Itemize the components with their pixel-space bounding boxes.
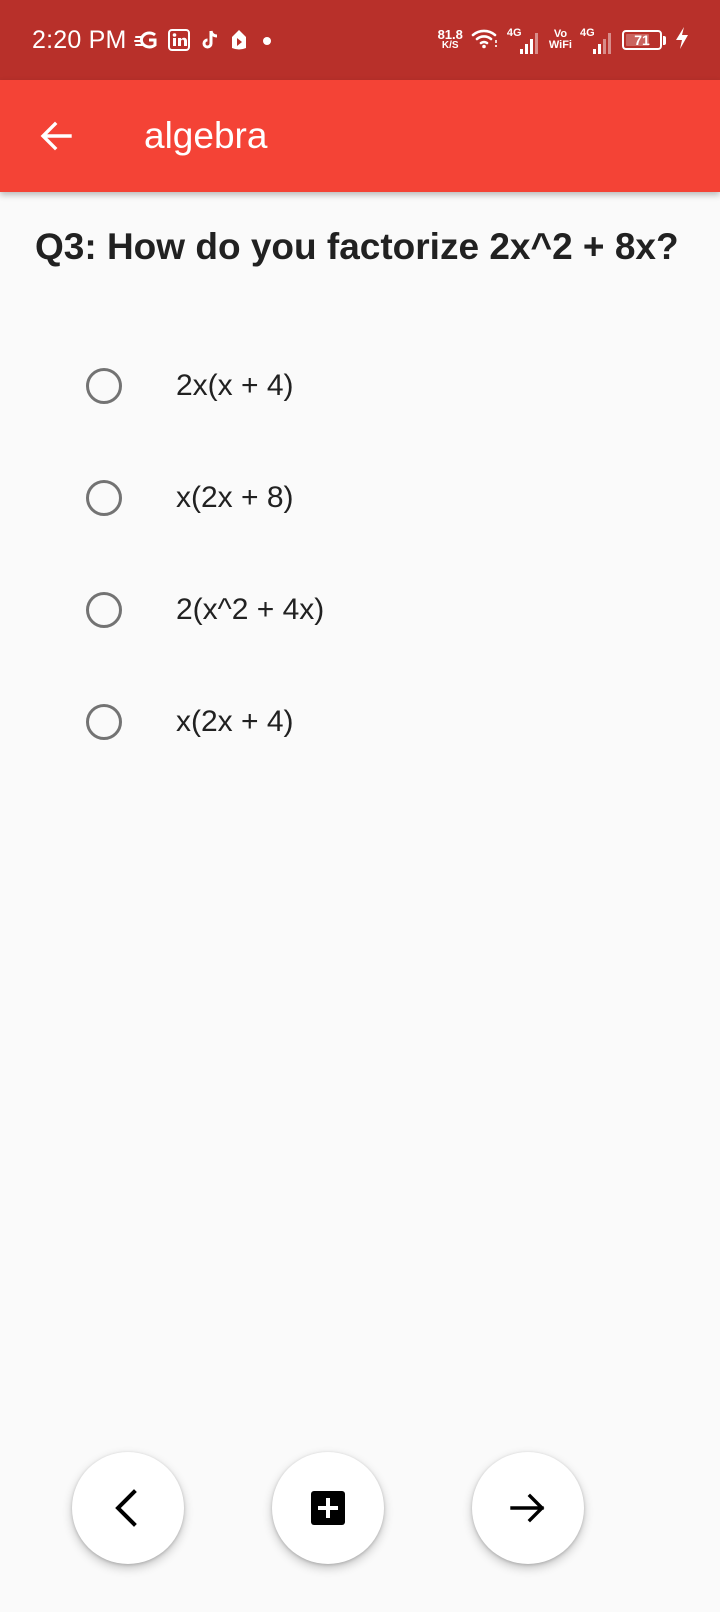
- arrow-right-icon: [510, 1493, 545, 1523]
- signal-sim1: 4G: [507, 25, 541, 55]
- charging-icon: [674, 26, 690, 55]
- vowifi-bottom: WiFi: [548, 39, 572, 51]
- dot-icon: [258, 29, 276, 51]
- radio-button[interactable]: [86, 592, 122, 628]
- network-speed-value: 81.8: [437, 27, 463, 42]
- chevron-left-icon: [115, 1489, 137, 1527]
- signal-bars-icon: [593, 33, 611, 54]
- linkedin-icon: [168, 29, 190, 51]
- radio-button[interactable]: [86, 368, 122, 404]
- answer-option[interactable]: x(2x + 8): [0, 442, 720, 554]
- status-bar: 2:20 PM 81.8 K/S 4G Vo WiFi 4G 71: [0, 0, 720, 80]
- question-text: Q3: How do you factorize 2x^2 + 8x?: [35, 226, 679, 267]
- page-title: algebra: [144, 115, 268, 156]
- status-right-icons: 81.8 K/S 4G Vo WiFi 4G 71: [438, 22, 690, 58]
- answer-option-label[interactable]: 2x(x + 4): [176, 366, 294, 406]
- radio-button[interactable]: [86, 480, 122, 516]
- answer-option-label[interactable]: 2(x^2 + 4x): [176, 590, 324, 630]
- battery-level: 71: [634, 32, 650, 48]
- battery-nub: [663, 35, 666, 45]
- answer-option[interactable]: x(2x + 4): [0, 666, 720, 778]
- previous-question-button[interactable]: [72, 1452, 184, 1564]
- notification-icons: [134, 26, 276, 54]
- status-time: 2:20 PM: [32, 26, 127, 54]
- signal-sim2: 4G: [580, 25, 614, 55]
- wifi-icon: [471, 26, 499, 55]
- vowifi-indicator: Vo WiFi: [549, 29, 572, 51]
- answer-options: 2x(x + 4) x(2x + 8) 2(x^2 + 4x) x(2x + 4…: [0, 330, 720, 778]
- answer-option-label[interactable]: x(2x + 8): [176, 478, 294, 518]
- next-question-button[interactable]: [472, 1452, 584, 1564]
- add-box-icon: [311, 1491, 345, 1525]
- signal-bars-icon: [519, 33, 538, 54]
- app-bar: algebra: [0, 80, 720, 192]
- network-speed-unit: K/S: [441, 40, 459, 51]
- tiktok-icon: [200, 29, 220, 51]
- gaana-icon: [134, 29, 158, 51]
- back-button[interactable]: [30, 110, 82, 162]
- radio-button[interactable]: [86, 704, 122, 740]
- app-icon: [230, 29, 248, 51]
- network-speed: 81.8 K/S: [437, 27, 463, 51]
- arrow-left-icon: [40, 121, 72, 151]
- add-question-button[interactable]: [272, 1452, 384, 1564]
- answer-option-label[interactable]: x(2x + 4): [176, 702, 294, 742]
- answer-option[interactable]: 2(x^2 + 4x): [0, 554, 720, 666]
- answer-option[interactable]: 2x(x + 4): [0, 330, 720, 442]
- battery-icon: 71: [622, 30, 662, 50]
